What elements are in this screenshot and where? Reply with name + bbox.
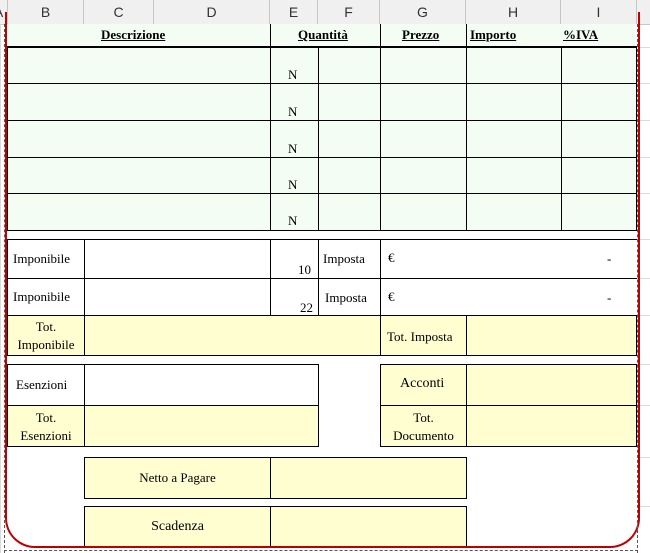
tot-imposta-label: Tot. Imposta <box>387 329 453 344</box>
item-description-cell[interactable] <box>7 47 271 84</box>
currency-symbol: € <box>388 250 395 265</box>
gridline <box>637 239 650 240</box>
tot-imponibile-label-line2: Imponibile <box>17 337 75 352</box>
column-header-b[interactable]: B <box>8 0 84 24</box>
item-price-cell[interactable] <box>380 120 467 158</box>
header-divider <box>270 24 271 47</box>
gridline <box>637 457 650 458</box>
item-amount-cell[interactable] <box>466 120 562 158</box>
header-importo: Importo <box>470 27 517 42</box>
item-flag: N <box>288 141 298 156</box>
item-amount-cell[interactable] <box>466 47 562 84</box>
vat-imposta-label-22: Imposta <box>325 290 367 305</box>
acconti-label: Acconti <box>400 376 445 391</box>
item-price-cell[interactable] <box>380 193 467 231</box>
item-flag: N <box>288 213 298 228</box>
item-price-cell[interactable] <box>380 157 467 194</box>
item-price-cell[interactable] <box>380 47 467 84</box>
header-descrizione: Descrizione <box>101 27 166 42</box>
vat-rate-cell <box>270 239 319 279</box>
gridline <box>637 193 650 194</box>
header-quantita: Quantità <box>298 27 348 42</box>
item-vat-cell[interactable] <box>561 193 637 231</box>
esenzioni-label: Esenzioni <box>16 377 68 392</box>
vat-rate-10: 10 <box>298 262 311 277</box>
tot-esenzioni-value[interactable] <box>84 405 319 447</box>
gridline <box>637 83 650 84</box>
scadenza-label: Scadenza <box>151 519 204 534</box>
item-description-cell[interactable] <box>7 157 271 194</box>
item-amount-cell[interactable] <box>466 157 562 194</box>
column-header-i[interactable]: I <box>561 0 637 24</box>
item-quantity-cell[interactable] <box>318 120 381 158</box>
item-quantity-cell[interactable] <box>318 47 381 84</box>
column-header-c[interactable]: C <box>84 0 154 24</box>
item-price-cell[interactable] <box>380 83 467 121</box>
item-vat-cell[interactable] <box>561 120 637 158</box>
tot-esenzioni-label-line2: Esenzioni <box>20 428 72 443</box>
gridline <box>637 157 650 158</box>
item-amount-cell[interactable] <box>466 83 562 121</box>
gridline <box>637 506 650 507</box>
tot-imponibile-label-line1: Tot. <box>35 319 57 334</box>
item-quantity-cell[interactable] <box>318 193 381 231</box>
item-description-cell[interactable] <box>7 83 271 121</box>
acconti-value[interactable] <box>466 364 637 406</box>
gridline <box>637 278 650 279</box>
netto-a-pagare-label: Netto a Pagare <box>139 470 216 485</box>
item-description-cell[interactable] <box>7 193 271 231</box>
vat-amount-22: - <box>607 290 612 305</box>
scadenza-value[interactable] <box>270 506 467 548</box>
vat-taxable-input-22[interactable] <box>84 278 271 316</box>
tot-documento-label-line1: Tot. <box>413 410 434 425</box>
item-vat-cell[interactable] <box>561 47 637 84</box>
column-header-e[interactable]: E <box>270 0 318 24</box>
column-header-f[interactable]: F <box>318 0 380 24</box>
item-vat-cell[interactable] <box>561 83 637 121</box>
item-amount-cell[interactable] <box>466 193 562 231</box>
gridline <box>637 47 650 48</box>
vat-label-10: Imponibile <box>13 251 71 266</box>
vat-taxable-input-10[interactable] <box>84 239 271 279</box>
vat-imposta-label-10: Imposta <box>323 251 365 266</box>
vat-amount-cell-10[interactable] <box>380 239 637 279</box>
column-header-h[interactable]: H <box>466 0 561 24</box>
esenzioni-value[interactable] <box>84 364 319 406</box>
item-flag: N <box>288 104 298 119</box>
netto-a-pagare-value[interactable] <box>270 457 467 499</box>
header-divider <box>466 24 467 47</box>
tot-imponibile-value[interactable] <box>84 315 381 356</box>
item-flag: N <box>288 67 298 82</box>
tot-documento-value[interactable] <box>466 405 637 447</box>
tot-imposta-value[interactable] <box>466 315 637 356</box>
gridline <box>637 405 650 406</box>
header-prezzo: Prezzo <box>402 27 440 42</box>
item-quantity-cell[interactable] <box>318 157 381 194</box>
item-vat-cell[interactable] <box>561 157 637 194</box>
gridline <box>0 24 1 553</box>
column-header-g[interactable]: G <box>380 0 466 24</box>
currency-symbol: € <box>388 289 395 304</box>
gridline <box>637 120 650 121</box>
header-divider <box>380 24 381 47</box>
page-break-line <box>637 24 638 553</box>
column-header-d[interactable]: D <box>154 0 270 24</box>
gridline <box>637 315 650 316</box>
item-description-cell[interactable] <box>7 120 271 158</box>
vat-amount-cell-22[interactable] <box>380 278 637 316</box>
header-iva: %IVA <box>563 27 599 42</box>
column-header-a[interactable]: A <box>0 0 8 24</box>
tot-documento-label-line2: Documento <box>393 428 454 443</box>
vat-amount-10: - <box>607 251 612 266</box>
page-break-line <box>4 24 5 553</box>
page-break-line <box>4 550 638 551</box>
gridline <box>637 364 650 365</box>
item-quantity-cell[interactable] <box>318 83 381 121</box>
vat-label-22: Imponibile <box>13 289 71 304</box>
item-flag: N <box>288 177 298 192</box>
tot-esenzioni-label-line1: Tot. <box>35 410 57 425</box>
